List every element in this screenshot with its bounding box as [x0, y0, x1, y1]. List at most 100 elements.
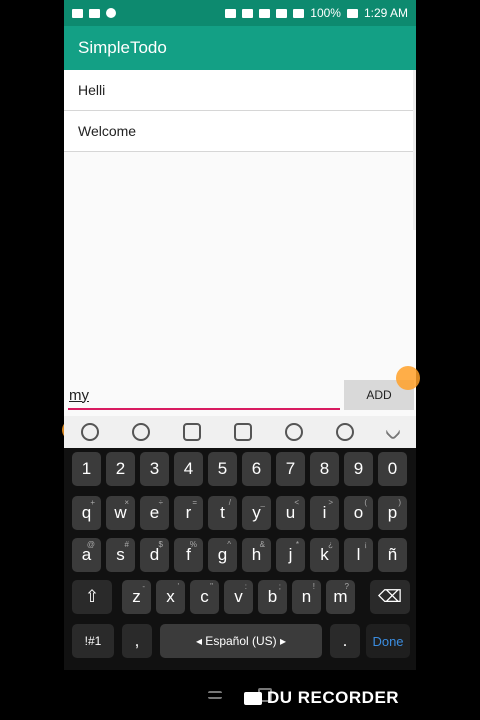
key-label: r: [185, 503, 192, 522]
letter-key[interactable]: v:: [224, 580, 253, 614]
app-title: SimpleTodo: [78, 38, 167, 57]
list-item[interactable]: Welcome: [64, 111, 416, 152]
letter-key[interactable]: q +: [72, 496, 101, 530]
gif-icon[interactable]: [233, 423, 252, 441]
number-key[interactable]: 5: [208, 452, 237, 486]
letter-key[interactable]: s #: [106, 538, 135, 572]
letter-key[interactable]: b;: [258, 580, 287, 614]
letter-key[interactable]: w ×: [106, 496, 135, 530]
letter-key[interactable]: o(: [344, 496, 373, 530]
recents-icon[interactable]: [208, 691, 222, 699]
number-key[interactable]: 7: [276, 452, 305, 486]
shift-key[interactable]: ⇧: [72, 580, 112, 614]
key-alt-label: *: [295, 540, 299, 549]
number-key[interactable]: 2: [106, 452, 135, 486]
key-label: c: [200, 587, 209, 606]
symbols-key[interactable]: !#1: [72, 624, 114, 658]
key-alt-label: -: [142, 582, 145, 591]
letter-key[interactable]: f%: [174, 538, 203, 572]
letter-key[interactable]: x ': [156, 580, 185, 614]
key-label: 9: [353, 459, 364, 478]
space-key[interactable]: ◂ Español (US) ▸: [160, 624, 322, 658]
key-alt-label: @: [86, 540, 95, 549]
key-alt-label: ×: [124, 498, 129, 507]
letter-key[interactable]: g ^: [208, 538, 237, 572]
letter-key[interactable]: p): [378, 496, 407, 530]
letter-key[interactable]: k ¿: [310, 538, 339, 572]
key-label: 0: [387, 459, 398, 478]
key-alt-label: +: [90, 498, 95, 507]
letter-key[interactable]: c ": [190, 580, 219, 614]
todo-list: Helli Welcome: [64, 70, 416, 416]
cast-icon: [242, 8, 254, 18]
key-label: p: [387, 503, 398, 522]
done-key[interactable]: Done: [366, 624, 410, 658]
key-row-3: ⇧ ⌫ z - x ' c " v: b; n! m?: [64, 580, 416, 614]
letter-key[interactable]: i >: [310, 496, 339, 530]
letter-key[interactable]: t /: [208, 496, 237, 530]
mute-icon: [259, 8, 271, 18]
letter-key[interactable]: ñ: [378, 538, 407, 572]
letter-key[interactable]: d $: [140, 538, 169, 572]
clock: 1:29 AM: [363, 6, 408, 20]
key-label: 3: [149, 459, 160, 478]
number-row: 1 2 3 4 5 6 7 8 9 0: [64, 452, 416, 486]
key-alt-label: (: [364, 498, 367, 507]
sticker-icon[interactable]: [182, 423, 201, 441]
letter-key[interactable]: r =: [174, 496, 203, 530]
key-label: z: [132, 587, 141, 606]
key-label: i: [322, 503, 327, 522]
keyboard-toolbar: [64, 416, 416, 448]
key-alt-label: $: [158, 540, 163, 549]
letter-key[interactable]: a @: [72, 538, 101, 572]
key-alt-label: _: [260, 498, 265, 507]
key-alt-label: ^: [227, 540, 231, 549]
status-bar: 100% 1:29 AM: [64, 0, 416, 26]
key-alt-label: ¿: [328, 540, 333, 549]
key-alt-label: ": [210, 582, 213, 591]
settings-icon[interactable]: [336, 423, 355, 441]
scrollbar: [413, 70, 416, 230]
number-key[interactable]: 8: [310, 452, 339, 486]
key-alt-label: &: [259, 540, 265, 549]
wifi-icon: [276, 8, 288, 18]
text-mode-icon[interactable]: [80, 423, 99, 441]
period-key[interactable]: .: [330, 624, 360, 658]
number-key[interactable]: 0: [378, 452, 407, 486]
letter-key[interactable]: e ÷: [140, 496, 169, 530]
number-key[interactable]: 3: [140, 452, 169, 486]
microphone-icon[interactable]: [285, 423, 304, 441]
system-icons: 100% 1:29 AM: [225, 6, 408, 20]
key-row-2: a @ s # d $ f% g ^ h & j * k ¿ l ¡ ñ: [64, 538, 416, 572]
letter-key[interactable]: j *: [276, 538, 305, 572]
key-row-1: q + w × e ÷ r = t / y _ u < i > o(p): [64, 496, 416, 530]
letter-key[interactable]: n!: [292, 580, 321, 614]
c-app-icon: [106, 8, 116, 18]
letter-key[interactable]: z-: [122, 580, 151, 614]
gallery-icon: [89, 8, 100, 18]
recorder-watermark: DU RECORDER: [244, 688, 399, 708]
letter-key[interactable]: u <: [276, 496, 305, 530]
todo-input[interactable]: [68, 382, 340, 410]
key-alt-label: /: [228, 498, 231, 507]
key-label: o: [353, 503, 364, 522]
number-key[interactable]: 4: [174, 452, 203, 486]
camera-icon: [244, 691, 262, 705]
list-item[interactable]: Helli: [64, 70, 416, 111]
key-alt-label: ': [177, 582, 179, 591]
emoji-icon[interactable]: [131, 423, 150, 441]
comma-key[interactable]: ,: [122, 624, 152, 658]
signal-icon: [293, 8, 305, 18]
key-label: 6: [251, 459, 262, 478]
key-label: 7: [285, 459, 296, 478]
number-key[interactable]: 6: [242, 452, 271, 486]
letter-key[interactable]: y _: [242, 496, 271, 530]
backspace-key[interactable]: ⌫: [370, 580, 410, 614]
key-label: l: [356, 545, 361, 564]
letter-key[interactable]: m?: [326, 580, 355, 614]
chevron-down-icon[interactable]: [384, 423, 402, 441]
number-key[interactable]: 1: [72, 452, 101, 486]
letter-key[interactable]: h &: [242, 538, 271, 572]
letter-key[interactable]: l ¡: [344, 538, 373, 572]
number-key[interactable]: 9: [344, 452, 373, 486]
